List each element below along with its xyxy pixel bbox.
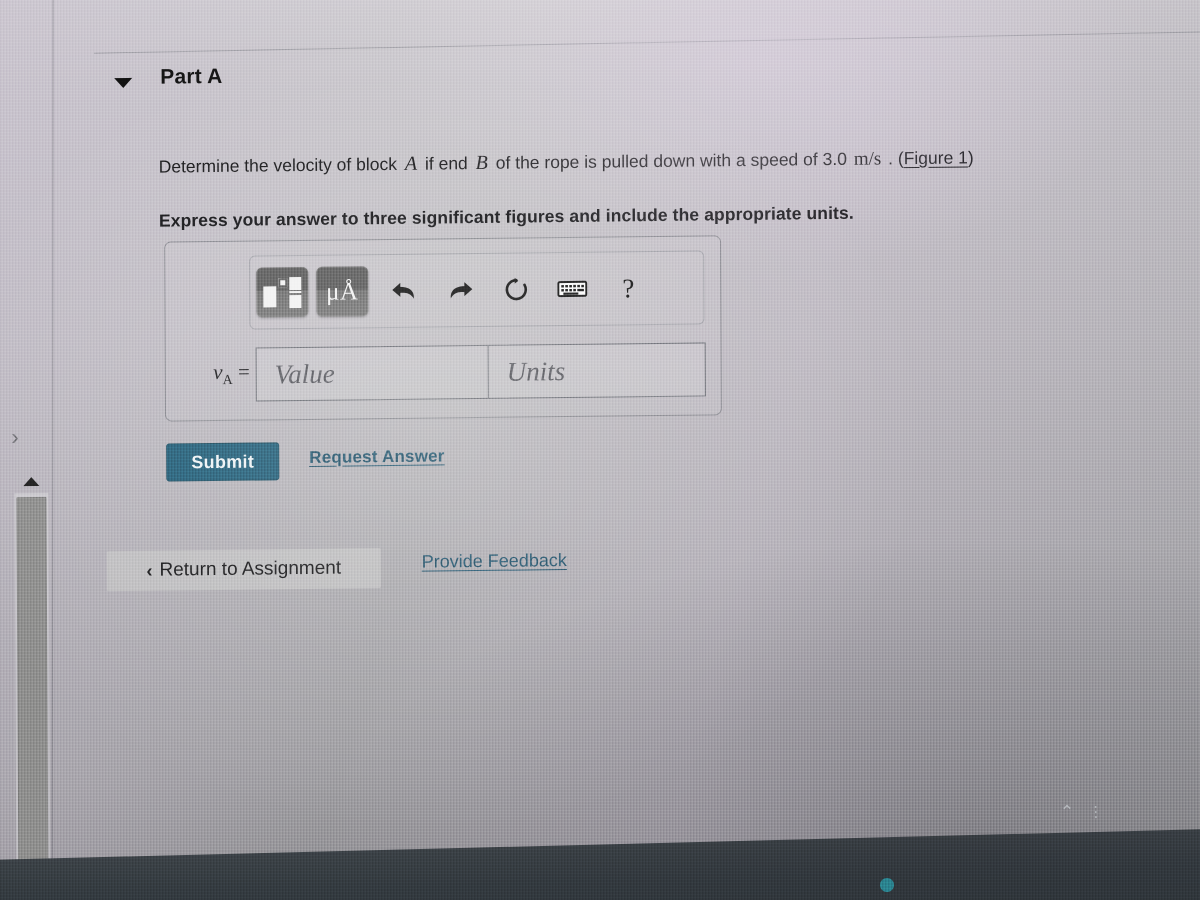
photographed-screen: › Part A Determine the velocity of block… [0,0,1200,900]
equals-sign: = [237,360,250,385]
scrollbar-thumb[interactable] [16,496,49,880]
help-icon[interactable]: ? [600,263,656,314]
prompt-units: m/s [853,148,882,170]
reset-icon[interactable] [488,264,544,315]
units-input[interactable]: Units [487,342,706,399]
undo-icon[interactable] [376,266,432,317]
submit-button[interactable]: Submit [166,442,280,482]
prompt-text-1: Determine the velocity of block [158,153,398,177]
value-placeholder: Value [274,358,335,389]
units-button[interactable]: μÅ [316,266,369,317]
return-to-assignment-label: Return to Assignment [159,557,342,581]
answer-box: μÅ ? vA = Value Units [164,235,722,422]
answer-field-row: vA = Value Units [180,340,710,404]
chevron-left-icon: ‹ [146,560,153,581]
sidebar-expand-chevron-icon[interactable]: › [0,415,30,459]
caret-down-icon[interactable] [112,72,134,94]
prompt-text-2: if end [424,153,468,174]
variable-symbol: v [213,360,223,385]
redo-icon[interactable] [432,265,488,316]
micro-angstrom-icon: μÅ [326,277,359,306]
page-title: Part A [160,64,223,89]
value-input[interactable]: Value [255,344,488,402]
question-prompt: Determine the velocity of block A if end… [159,143,1089,181]
template-button[interactable] [256,266,309,318]
content-top-divider [94,31,1200,54]
prompt-variable-b: B [475,151,488,175]
tray-chevron-up-icon[interactable]: ⌃ [1060,802,1075,822]
keyboard-icon[interactable] [544,264,600,315]
prompt-period: . [888,148,894,169]
figure-link[interactable]: (Figure 1) [898,147,974,168]
prompt-text-3: of the rope is pulled down with a speed … [495,148,847,173]
request-answer-link[interactable]: Request Answer [309,446,444,468]
answer-instruction: Express your answer to three significant… [158,202,854,231]
math-toolbar: μÅ ? [249,250,705,330]
provide-feedback-link[interactable]: Provide Feedback [422,550,567,573]
browser-left-edge [51,0,54,900]
system-tray[interactable]: ⌃ ⋮ [1060,801,1105,822]
template-icon [262,275,302,309]
return-to-assignment-button[interactable]: ‹ Return to Assignment [106,548,381,592]
figure-paren-close: ) [967,147,974,168]
tray-overflow-icon[interactable]: ⋮ [1088,802,1104,820]
scrollbar-up-arrow-icon[interactable] [23,477,40,487]
variable-label: vA = [180,360,256,390]
variable-subscript: A [222,373,233,389]
units-placeholder: Units [506,355,566,387]
taskbar-app-indicator [880,878,894,892]
figure-link-label: Figure 1 [903,147,968,169]
prompt-variable-a: A [404,152,418,175]
